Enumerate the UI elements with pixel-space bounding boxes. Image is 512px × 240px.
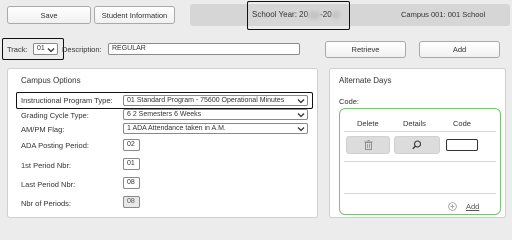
field-label: Instructional Program Type: [21, 96, 113, 105]
search-icon [412, 140, 422, 150]
field-label: Grading Cycle Type: [21, 111, 89, 120]
column-header-details: Details [403, 119, 426, 128]
add-row-link[interactable]: Add [466, 202, 479, 211]
description-label: Description: [62, 45, 102, 54]
last-period-nbr-field[interactable]: 08 [123, 177, 140, 189]
school-year-label: School Year: [252, 10, 297, 19]
column-header-code: Code [453, 119, 471, 128]
am-pm-flag-select[interactable]: 1 ADA Attendance taken in A.M. [123, 123, 308, 134]
add-button[interactable]: Add [419, 41, 500, 58]
select-value: 1 ADA Attendance taken in A.M. [127, 125, 226, 132]
grading-cycle-type-select[interactable]: 6 2 Semesters 6 Weeks [123, 109, 308, 120]
school-year-start: 20 [299, 10, 309, 19]
field-label: Nbr of Periods: [21, 199, 72, 208]
track-select[interactable]: 01 [33, 43, 58, 55]
grid-row [344, 193, 496, 194]
ada-posting-period-field[interactable]: 02 [123, 139, 140, 151]
grid-row [344, 161, 496, 162]
redacted-year [308, 10, 321, 19]
field-label: Last Period Nbr: [21, 180, 76, 189]
retrieve-button[interactable]: Retrieve [325, 41, 406, 58]
grid-row [344, 131, 496, 132]
delete-row-button[interactable] [346, 136, 390, 154]
chevron-down-icon [297, 113, 305, 118]
save-button[interactable]: Save [7, 6, 91, 24]
code-label: Code: [339, 97, 360, 106]
first-period-nbr-field[interactable]: 01 [123, 158, 140, 170]
column-header-delete: Delete [357, 119, 379, 128]
school-year: School Year: 20 -20 [252, 10, 340, 19]
field-label: 1st Period Nbr: [21, 161, 72, 170]
chevron-down-icon [297, 99, 305, 104]
chevron-down-icon [297, 127, 305, 132]
alternate-days-title: Alternate Days [339, 76, 392, 85]
campus-options-title: Campus Options [21, 76, 81, 85]
track-value: 01 [37, 45, 45, 52]
redacted-year [331, 10, 340, 19]
description-field[interactable]: REGULAR [108, 43, 300, 55]
nbr-of-periods-field: 08 [123, 196, 140, 208]
select-value: 01 Standard Program - 75600 Operational … [127, 97, 285, 104]
chevron-down-icon [47, 48, 55, 53]
details-button[interactable] [394, 136, 440, 154]
instructional-program-type-select[interactable]: 01 Standard Program - 75600 Operational … [123, 95, 308, 106]
field-label: ADA Posting Period: [21, 141, 89, 150]
plus-circle-icon[interactable] [448, 202, 457, 211]
student-information-button[interactable]: Student Information [94, 6, 175, 24]
trash-icon [364, 140, 372, 150]
field-label: AM/PM Flag: [21, 125, 65, 134]
code-field[interactable] [446, 139, 478, 151]
school-year-end: -20 [320, 10, 332, 19]
select-value: 6 2 Semesters 6 Weeks [127, 111, 202, 118]
campus-label: Campus 001: 001 School [401, 10, 486, 19]
